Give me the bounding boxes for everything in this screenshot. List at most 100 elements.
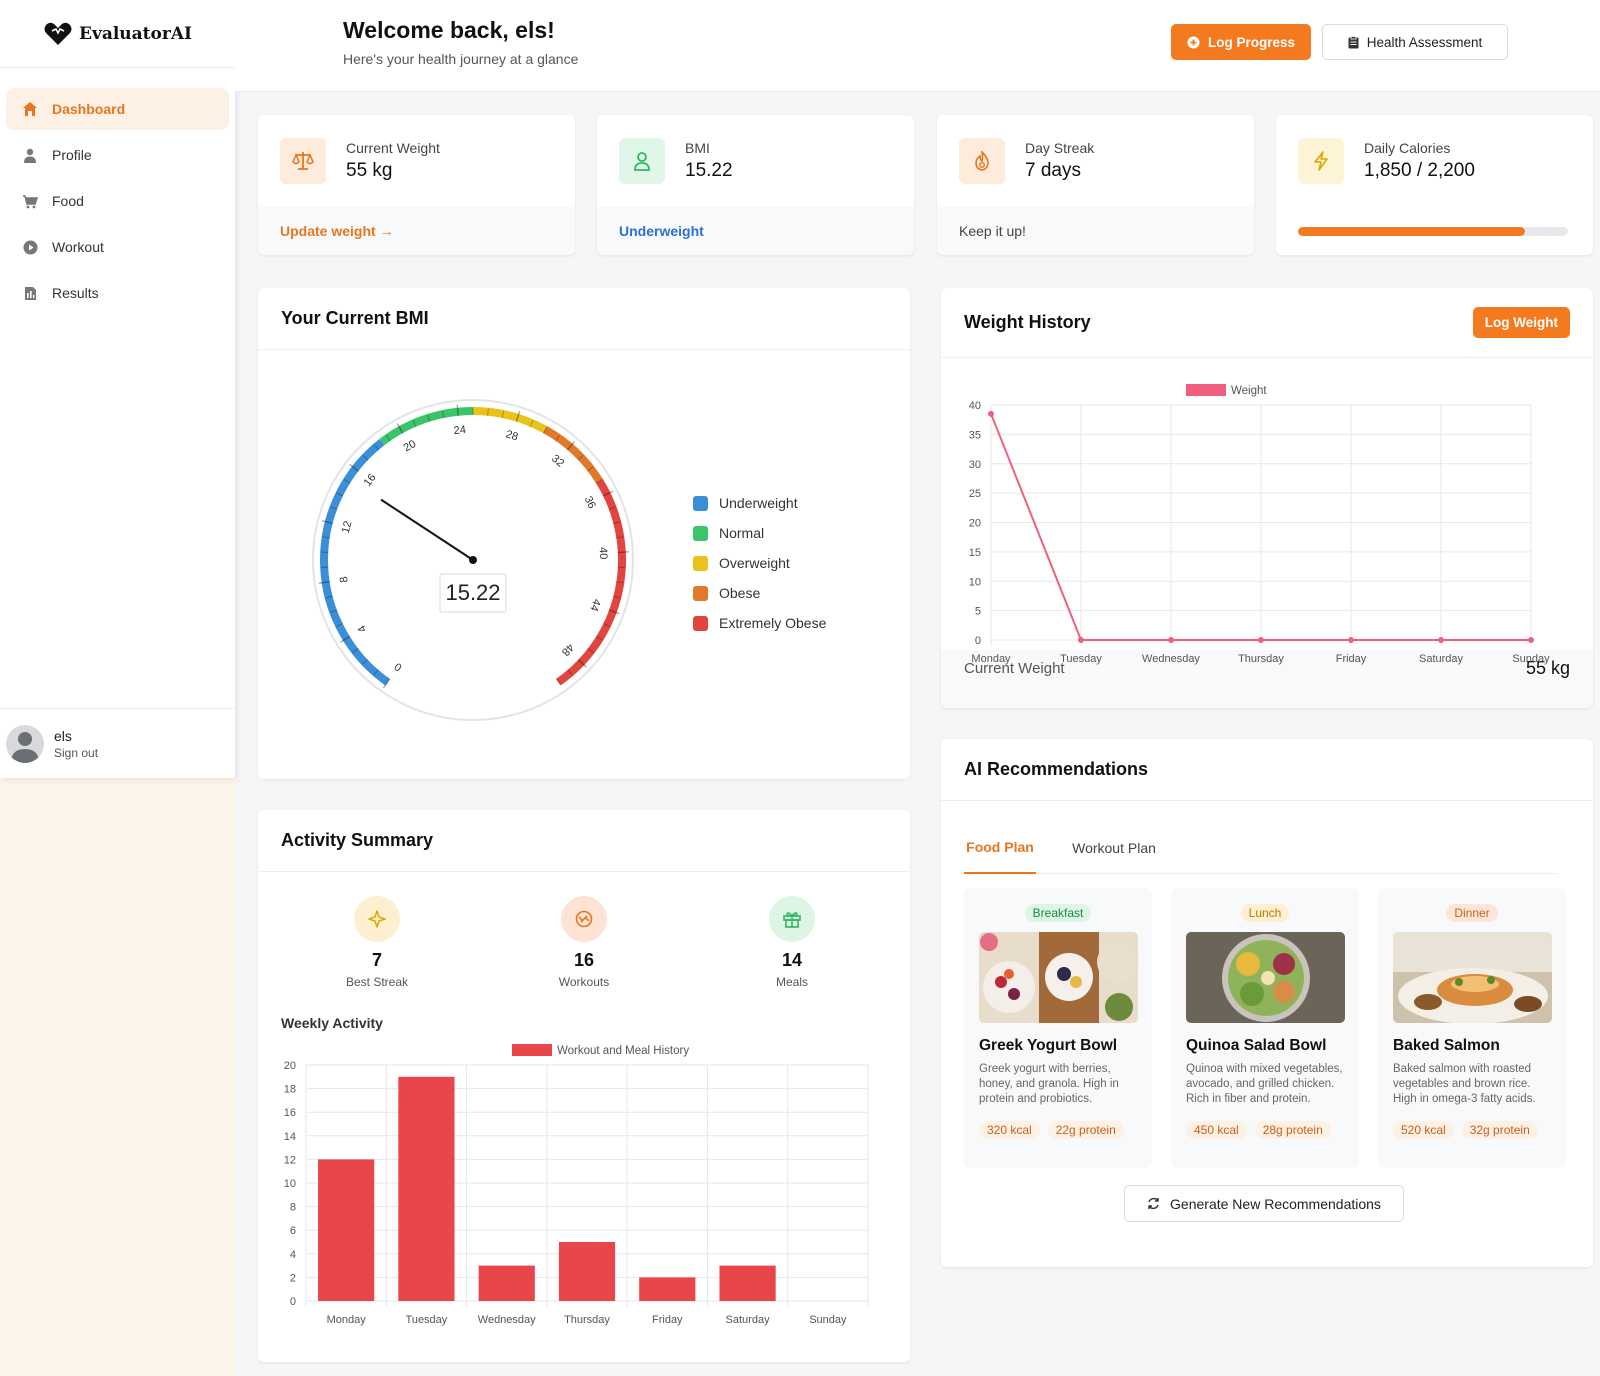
meal-tag: Dinner [1446,904,1498,922]
scale-icon [280,138,326,184]
gauge-tick-label: 24 [453,424,466,437]
logo-icon [44,22,72,45]
bar [558,1242,616,1301]
activity-value: 16 [573,950,595,970]
gauge-tick [617,551,629,554]
y-tick-label: 18 [284,1084,296,1096]
update-weight-link[interactable]: Update weight → [280,223,394,239]
activity-label: Workouts [558,975,610,989]
sidebar-item-results[interactable]: Results [6,272,229,314]
meal-name: Greek Yogurt Bowl [979,1037,1118,1054]
y-tick-label: 25 [969,488,981,500]
health-assessment-button[interactable]: Health Assessment [1322,24,1508,60]
document-icon [22,285,38,301]
x-tick-label: Friday [652,1314,683,1326]
sidebar-item-food[interactable]: Food [6,180,229,222]
meal-card-lunch[interactable]: Lunch Quinoa Salad Bowl Quinoa with mixe… [1171,888,1359,1168]
refresh-icon [1148,1197,1159,1210]
legend-item: Overweight [693,548,826,578]
x-tick-label: Tuesday [1060,653,1102,665]
meal-protein: 22g protein [1047,1121,1124,1139]
sidebar-nav: Dashboard Profile Food Workout Results [0,68,235,338]
page-subtitle: Here's your health journey at a glance [343,51,579,67]
sidebar-item-label: Profile [52,147,92,163]
gauge-value: 15.22 [445,580,500,605]
x-tick-label: Wednesday [1142,653,1200,665]
tab-workout-plan[interactable]: Workout Plan [1060,821,1168,874]
legend-label: Normal [719,525,765,541]
sidebar-item-label: Dashboard [52,101,126,117]
y-tick-label: 6 [290,1225,296,1237]
legend-swatch [693,495,708,511]
stat-card-bmi: BMI 15.22 Underweight [597,115,914,255]
x-tick-label: Wednesday [478,1314,536,1326]
stat-card-weight: Current Weight 55 kg Update weight → [258,115,575,255]
meal-card-breakfast[interactable]: Breakfast Greek Yogurt Bowl Greek yogurt… [964,888,1152,1168]
meal-protein: 32g protein [1461,1121,1538,1139]
activity-best-streak: 7 Best Streak [317,896,437,989]
data-point [1168,637,1174,643]
log-weight-button[interactable]: Log Weight [1472,307,1570,338]
legend-item: Obese [693,578,826,608]
tab-food-plan[interactable]: Food Plan [964,821,1036,874]
legend-label: Underweight [719,495,798,511]
bmi-category: Underweight [619,223,704,239]
activity-label: Meals [775,975,808,989]
y-tick-label: 4 [290,1249,296,1261]
x-tick-label: Monday [327,1314,367,1326]
y-tick-label: 2 [290,1272,296,1284]
stat-label: BMI [685,140,710,156]
weekly-activity-chart: 0 2 4 6 8 10 12 14 16 18 20 Workout and Meal Histor… [284,1044,869,1326]
sidebar-item-label: Results [52,285,99,301]
stat-value: 15.22 [685,160,733,181]
sidebar-item-profile[interactable]: Profile [6,134,229,176]
user-box: els Sign out [0,708,235,778]
logo[interactable]: EvaluatorAI [0,0,235,68]
activity-value: 7 [371,950,382,970]
bar [639,1277,696,1301]
legend-swatch [693,615,708,631]
flame-icon [959,138,1005,184]
gift-icon [769,896,815,942]
clipboard-icon [1348,35,1359,48]
y-tick-label: 20 [969,518,981,530]
sign-out-link[interactable]: Sign out [54,746,98,760]
bar [478,1265,535,1301]
y-tick-label: 35 [969,429,981,441]
meal-card-dinner[interactable]: Dinner Baked Salmon Baked salmon with ro… [1378,888,1566,1168]
sidebar-item-label: Workout [52,239,104,255]
streak-message: Keep it up! [959,223,1026,239]
legend-swatch [512,1044,552,1056]
y-tick-label: 20 [284,1060,296,1072]
log-progress-label: Log Progress [1207,34,1296,50]
meal-tag: Lunch [1240,904,1290,922]
generate-recommendations-label: Generate New Recommendations [1170,1195,1381,1212]
ai-recommendations-title: AI Recommendations [964,759,1149,779]
lightning-icon [1298,138,1344,184]
activity-label: Best Streak [345,975,409,989]
y-tick-label: 0 [290,1296,296,1308]
generate-recommendations-button[interactable]: Generate New Recommendations [1124,1185,1404,1222]
sidebar-item-dashboard[interactable]: Dashboard [6,88,229,130]
sidebar-item-workout[interactable]: Workout [6,226,229,268]
y-tick-label: 5 [975,606,981,618]
x-tick-label: Sunday [1512,653,1550,665]
page-title: Welcome back, els! [343,17,555,43]
stat-value: 7 days [1025,160,1081,181]
weight-history-card: Weight History Log Weight Current Weight… [941,288,1593,708]
y-tick-label: 14 [284,1131,296,1143]
activity-workouts: 16 Workouts [524,896,644,989]
x-tick-label: Monday [971,653,1011,665]
calories-progress-bar [1298,226,1568,236]
x-tick-label: Saturday [726,1314,771,1326]
bar [398,1076,455,1301]
stat-card-calories: Daily Calories 1,850 / 2,200 [1276,115,1593,255]
legend-label: Weight [1231,385,1267,397]
legend-swatch [693,555,708,571]
log-progress-button[interactable]: Log Progress [1171,24,1311,60]
y-tick-label: 0 [975,635,981,647]
meal-name: Quinoa Salad Bowl [1186,1037,1327,1054]
y-tick-label: 15 [969,547,981,559]
app-name: EvaluatorAI [79,23,192,44]
person-icon [619,138,665,184]
